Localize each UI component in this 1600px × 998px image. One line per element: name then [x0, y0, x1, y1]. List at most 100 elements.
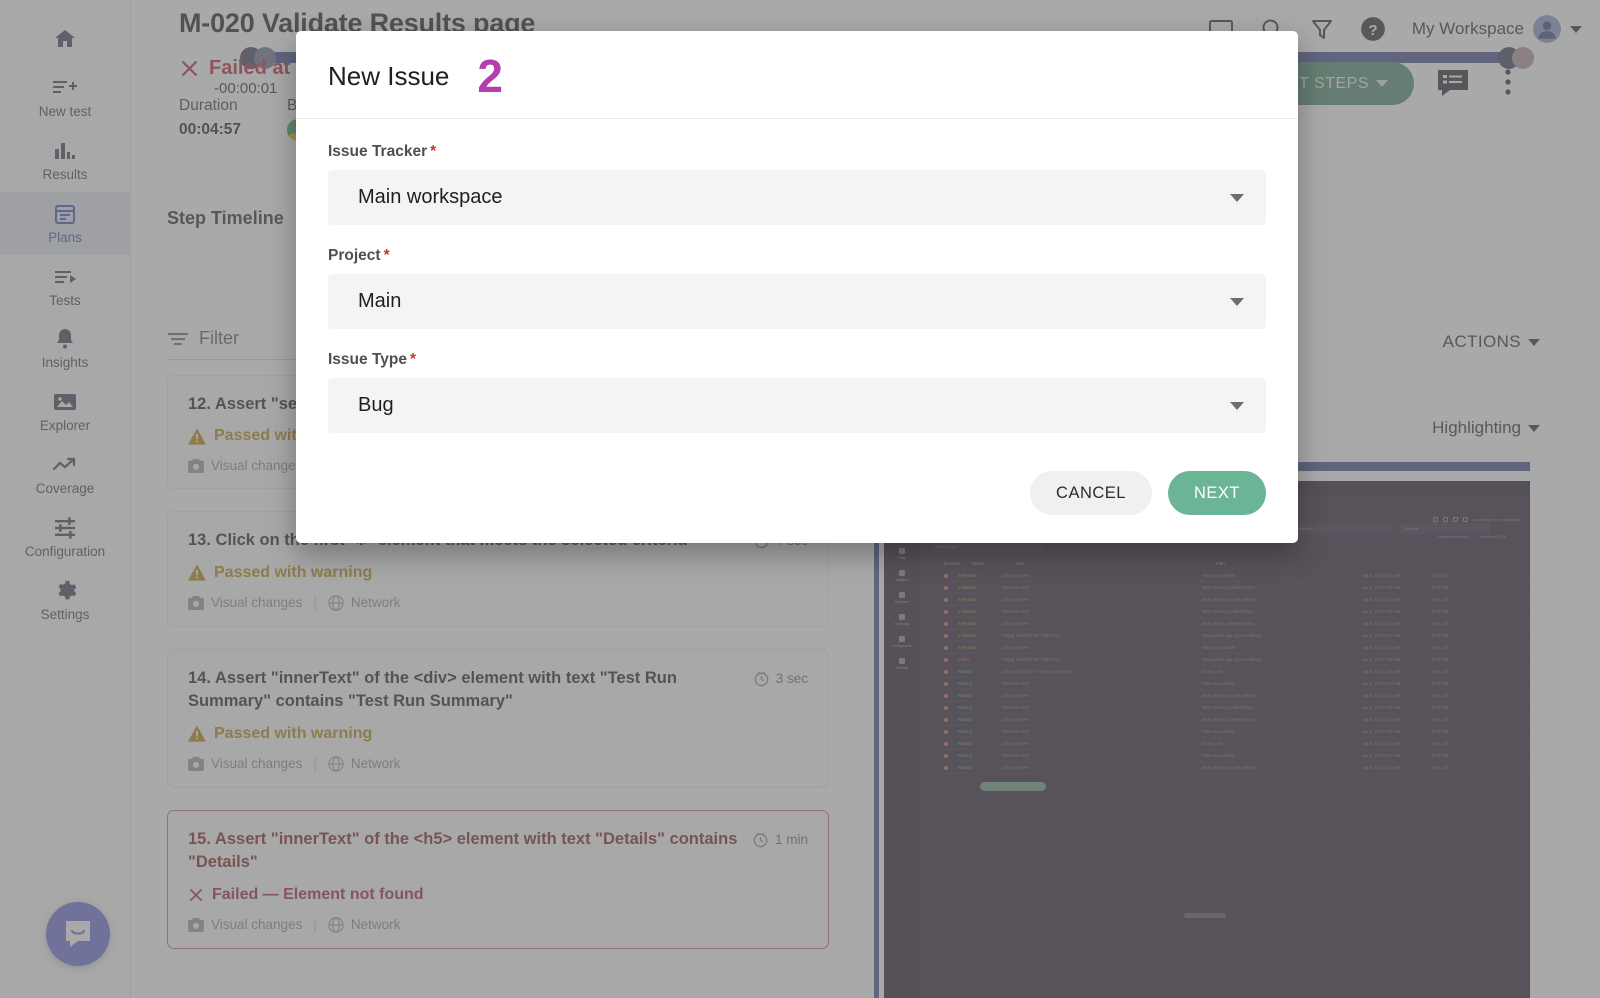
table-row: PassedCheck the testNEW_PLAN_kGMD4SQLpYA… [920, 702, 1530, 714]
row-plan: Plan not available [1202, 573, 1352, 578]
step-links: Visual changes | Network [188, 756, 808, 772]
actions-dropdown[interactable]: ACTIONS [1443, 332, 1540, 352]
row-plan: Deployment plan (do not delete) [1202, 657, 1352, 662]
table-row: PassedCheck the testPlan not availableAp… [920, 750, 1530, 762]
project-select[interactable]: Main [328, 274, 1266, 329]
sidebar-item-tests[interactable]: Tests [0, 255, 131, 318]
row-date: Apr 9, 2021 3:52 AM [1362, 573, 1422, 578]
issue-tracker-select[interactable]: Main workspace [328, 170, 1266, 225]
sidebar-item-plans[interactable]: Plans [0, 192, 131, 255]
link-label: Network [351, 917, 401, 932]
sidebar-item-results[interactable]: Results [0, 129, 131, 192]
sidebar-item-configuration[interactable]: Configuration [0, 506, 131, 569]
step-card[interactable]: 14. Assert "innerText" of the <div> elem… [167, 649, 829, 788]
sidebar-item-home[interactable] [0, 22, 131, 66]
table-row: In ReviewCheck the testPlan not availabl… [920, 642, 1530, 654]
coverage-icon [52, 452, 78, 478]
screenshot-preview[interactable]: New test Results Plans Tests Insights Ex… [884, 481, 1530, 998]
preview-nav-label: Coverage [894, 622, 910, 626]
network-link[interactable]: Network [328, 917, 401, 933]
table-row: In ReviewCheck the testPlan not availabl… [920, 570, 1530, 582]
globe-icon [328, 917, 344, 933]
row-duration: 00:04:30 [1432, 573, 1448, 578]
filter-icon[interactable] [1310, 17, 1334, 41]
workspace-menu[interactable]: My Workspace [1412, 15, 1582, 43]
preview-col: Test [1016, 561, 1206, 566]
workspace-name: My Workspace [1412, 19, 1524, 39]
row-test: Check the test [1002, 573, 1192, 578]
warning-icon [188, 428, 206, 445]
network-link[interactable]: Network [328, 595, 401, 611]
sidebar-item-explorer[interactable]: Explorer [0, 380, 131, 443]
row-status: In Review [958, 609, 992, 614]
step-status-label: Passed with warning [214, 564, 372, 582]
intercom-launcher-button[interactable] [46, 902, 110, 966]
step-links: Visual changes | Network [188, 917, 808, 933]
link-separator: | [313, 756, 317, 771]
sidebar-item-coverage[interactable]: Coverage [0, 443, 131, 506]
row-date: Apr 9, 2021 3:28 AM [1362, 717, 1422, 722]
dialog-header: New Issue 2 [296, 31, 1298, 119]
row-status: Passed [958, 741, 992, 746]
network-link[interactable]: Network [328, 756, 401, 772]
explorer-icon [899, 592, 905, 598]
columns-action: Configure columns [1437, 535, 1469, 539]
filter-label: Filter [199, 328, 239, 349]
dialog-footer: CANCEL NEXT [296, 461, 1298, 543]
sidebar-item-insights[interactable]: Insights [0, 317, 131, 380]
issue-type-select[interactable]: Bug [328, 378, 1266, 433]
preview-nav-label: Configuration [891, 644, 912, 648]
row-status: Failed [958, 657, 992, 662]
row-plan: NEW_PLAN_mvCl8LDNwQA [1202, 765, 1352, 770]
chat-bubble-icon [61, 917, 95, 951]
visual-changes-link[interactable]: Visual changes [188, 917, 302, 932]
preview-col: Browser [944, 561, 962, 566]
row-plan: NEW_PLAN_kGMD4SQLpY [1202, 609, 1352, 614]
preview-nav-insights: Insights [884, 565, 920, 587]
row-test: Check the test [1002, 693, 1192, 698]
sidebar-item-new-test[interactable]: New test [0, 66, 131, 129]
close-icon [179, 58, 200, 79]
help-icon[interactable]: ? [1360, 16, 1386, 42]
row-status: Passed [958, 765, 992, 770]
field-issue-type: Issue Type* Bug [328, 351, 1266, 433]
row-duration: 00:01:38 [1432, 729, 1448, 734]
table-row: PassedCheck the testPlan not availableAp… [920, 678, 1530, 690]
warning-icon [188, 564, 206, 581]
browser-icon [944, 586, 948, 590]
row-duration: 00:01:38 [1432, 741, 1448, 746]
row-status: Passed [958, 729, 992, 734]
row-date: Apr 9, 2021 3:22 AM [1362, 753, 1422, 758]
clock-icon [753, 670, 770, 687]
row-test: Check the test [1002, 609, 1192, 614]
link-label: Network [351, 756, 401, 771]
visual-changes-link[interactable]: Visual changes [188, 595, 302, 610]
meta-duration-label: Duration [179, 97, 241, 115]
link-label: Network [351, 595, 401, 610]
settings-icon [899, 658, 905, 664]
link-label: Visual changes [211, 756, 302, 771]
browser-icon [944, 670, 948, 674]
kebab-menu-icon[interactable] [1504, 68, 1512, 96]
comments-icon[interactable] [1436, 68, 1470, 98]
preview-nav-tests: Tests [884, 543, 920, 565]
row-status: Passed [958, 717, 992, 722]
next-button[interactable]: NEXT [1168, 471, 1266, 515]
highlighting-label: Highlighting [1432, 418, 1521, 438]
row-duration: 00:01:38 [1432, 753, 1448, 758]
row-status: Passed [958, 669, 992, 674]
chevron-down-icon [1528, 339, 1540, 346]
step-duration-label: 1 min [775, 832, 808, 847]
visual-changes-link[interactable]: Visual changes [188, 756, 302, 771]
sidebar-item-settings[interactable]: Settings [0, 569, 131, 632]
configuration-icon [899, 636, 905, 642]
step-card-failed[interactable]: 15. Assert "innerText" of the <h5> eleme… [167, 810, 829, 949]
main-sidebar: New test Results Plans Tests Insights [0, 0, 131, 998]
run-status-label: Failed at [209, 57, 290, 80]
cancel-button[interactable]: CANCEL [1030, 471, 1152, 515]
row-test: Check the test [1002, 729, 1192, 734]
download-action: Download CSV [1480, 535, 1506, 539]
table-row: In ReviewCheck the testNEW_PLAN_Y6NM6AnV… [920, 618, 1530, 630]
visual-changes-link[interactable]: Visual changes [188, 458, 302, 473]
highlighting-dropdown[interactable]: Highlighting [1432, 418, 1540, 438]
